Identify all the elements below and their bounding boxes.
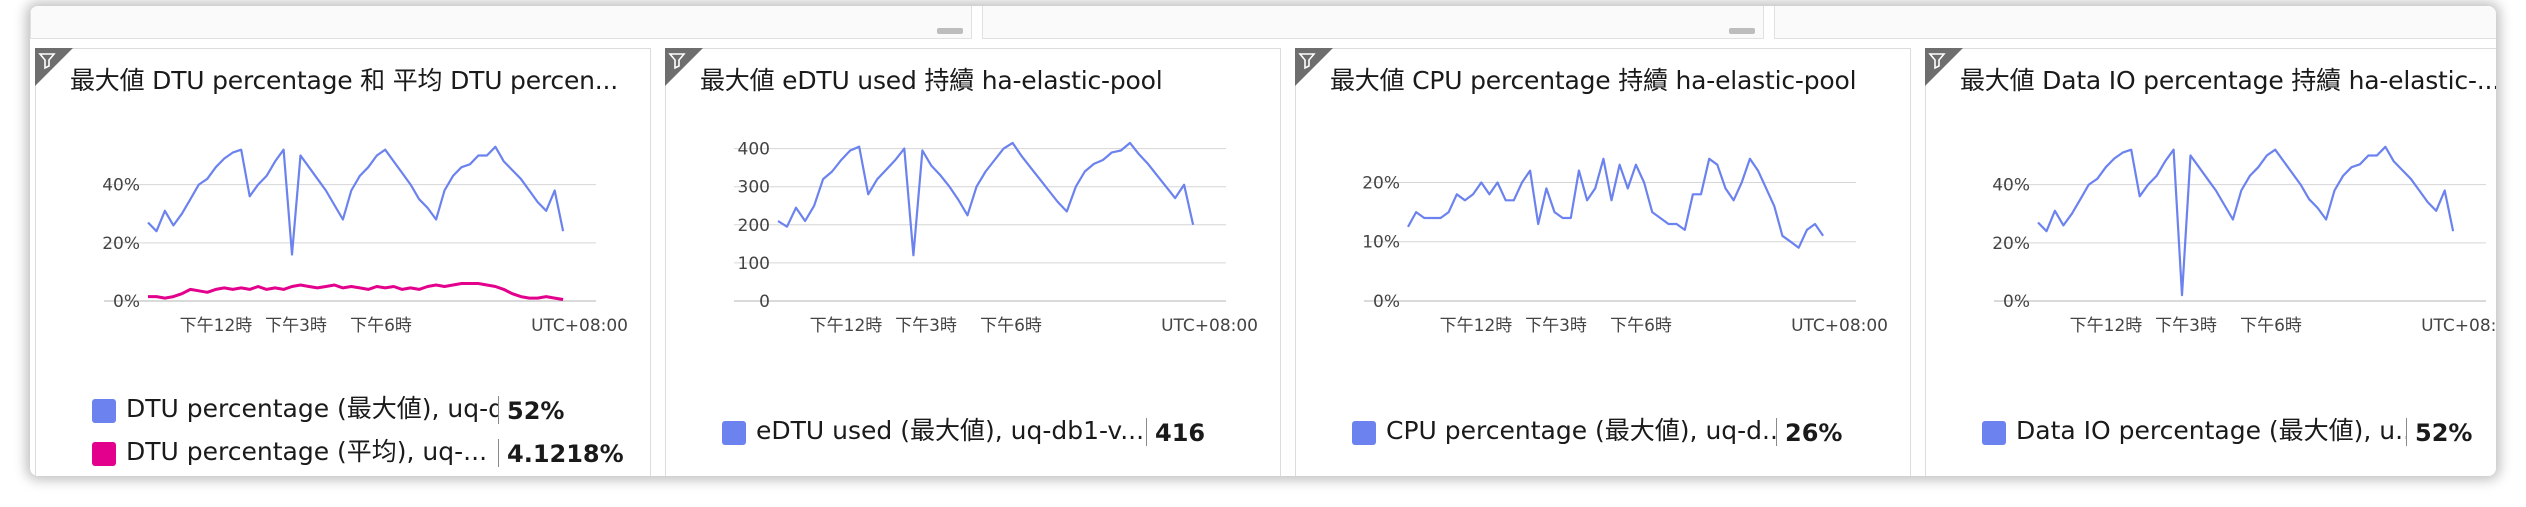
legend-value: 4.1218% [507,440,624,468]
x-tick-label: 下午6時 [1610,316,1672,336]
x-tick-label: 下午6時 [2240,316,2302,336]
y-tick-label: 40% [1992,176,2030,196]
y-tick-label: 0% [113,292,140,312]
y-tick-label: 40% [102,176,140,196]
legend-label: DTU percentage (平均), uq-... [126,437,488,466]
filter-icon[interactable] [1295,48,1333,86]
x-tick-label: 下午6時 [980,316,1042,336]
y-tick-label: 20% [1362,173,1400,193]
legend-value: 52% [507,397,565,425]
y-tick-label: 300 [738,178,770,198]
chart-title: 最大値 eDTU used 持續 ha-elastic-pool [700,66,1163,95]
legend-separator [498,396,499,424]
legend-swatch [1352,421,1376,445]
dashboard-frame: 最大値 DTU percentage 和 平均 DTU percen... 0% 2… [30,6,2496,476]
legend-swatch [92,399,116,423]
series-line [148,282,564,301]
y-tick-label: 400 [738,140,770,160]
legend-label: eDTU used (最大値), uq-db1-v... [756,416,1145,445]
y-tick-label: 0% [2003,292,2030,312]
tile-stub [30,6,972,39]
legend-value: 416 [1155,419,1206,447]
legend-value: 26% [1785,419,1843,447]
x-tick-label: 下午3時 [1525,316,1587,336]
series-line [147,145,565,256]
x-tick-label: 下午12時 [2070,316,2143,336]
legend-swatch [1982,421,2006,445]
x-tick-label: 下午3時 [895,316,957,336]
legend-value: 52% [2415,419,2473,447]
filter-icon[interactable] [1925,48,1963,86]
line-chart: 0% 10% 20% 下午12時 下午3時 下午6時 UTC+08:00 [1362,157,1888,336]
legend-item[interactable]: DTU percentage (平均), uq-... 4.1218% [92,432,624,468]
tile-stub [1774,6,2496,39]
y-tick-label: 100 [738,254,770,274]
y-tick-label: 10% [1362,233,1400,253]
timezone-label: UTC+08:00 [1791,316,1888,336]
chart-title: 最大値 Data IO percentage 持續 ha-elastic-... [1960,66,2496,95]
chart-tile[interactable]: 最大値 Data IO percentage 持續 ha-elastic-...… [1925,48,2496,476]
legend-item[interactable]: eDTU used (最大値), uq-db1-v... 416 [722,411,1205,447]
legend-item[interactable]: Data IO percentage (最大値), u... 52% [1982,411,2472,447]
y-tick-label: 20% [102,234,140,254]
y-tick-label: 0% [1373,292,1400,312]
y-tick-label: 0 [759,292,770,312]
x-tick-label: 下午12時 [180,316,253,336]
chart-title: 最大値 DTU percentage 和 平均 DTU percen... [70,66,619,95]
series-line [1407,157,1825,249]
x-tick-label: 下午12時 [810,316,883,336]
x-tick-label: 下午6時 [350,316,412,336]
legend-label: CPU percentage (最大値), uq-d... [1386,416,1776,445]
line-chart: 0% 20% 40% 下午12時 下午3時 下午6時 UTC+08:00 [1992,145,2496,336]
tile-stub [982,6,1764,39]
chart-tile[interactable]: 最大値 CPU percentage 持續 ha-elastic-pool 0% 1… [1295,48,1911,476]
legend-separator [498,439,499,467]
legend-label: Data IO percentage (最大値), u... [2016,416,2406,445]
legend-separator [1776,418,1777,446]
timezone-label: UTC+08:00 [1161,316,1258,336]
legend-label: DTU percentage (最大値), uq-d... [126,394,498,423]
timezone-label: UTC+08:00 [531,316,628,336]
scrollbar[interactable] [937,28,963,34]
filter-icon[interactable] [35,48,73,86]
chart-title: 最大値 CPU percentage 持續 ha-elastic-pool [1330,66,1857,95]
legend-swatch [92,442,116,466]
legend-item[interactable]: CPU percentage (最大値), uq-d... 26% [1352,411,1842,447]
y-tick-label: 200 [738,216,770,236]
scrollbar[interactable] [1729,28,1755,34]
series-line [777,141,1195,257]
line-chart: 0% 20% 40% 下午12時 下午3時 下午6時 UTC+08:00 [102,145,628,336]
chart-tile[interactable]: 最大値 DTU percentage 和 平均 DTU percen... 0% 2… [35,48,651,476]
legend-separator [1146,418,1147,446]
x-tick-label: 下午3時 [265,316,327,336]
legend-separator [2406,418,2407,446]
line-chart: 0 100 200 300 400 下午12時 下午3時 下午6時 UTC+08:00 [734,140,1258,336]
x-tick-label: 下午12時 [1440,316,1513,336]
legend-swatch [722,421,746,445]
filter-icon[interactable] [665,48,703,86]
timezone-label: UTC+08:00 [2421,316,2496,336]
chart-tile[interactable]: 最大値 eDTU used 持續 ha-elastic-pool 0 100 200 3… [665,48,1281,476]
x-tick-label: 下午3時 [2155,316,2217,336]
series-line [2037,145,2455,297]
y-tick-label: 20% [1992,234,2030,254]
legend-item[interactable]: DTU percentage (最大値), uq-d... 52% [92,389,564,425]
